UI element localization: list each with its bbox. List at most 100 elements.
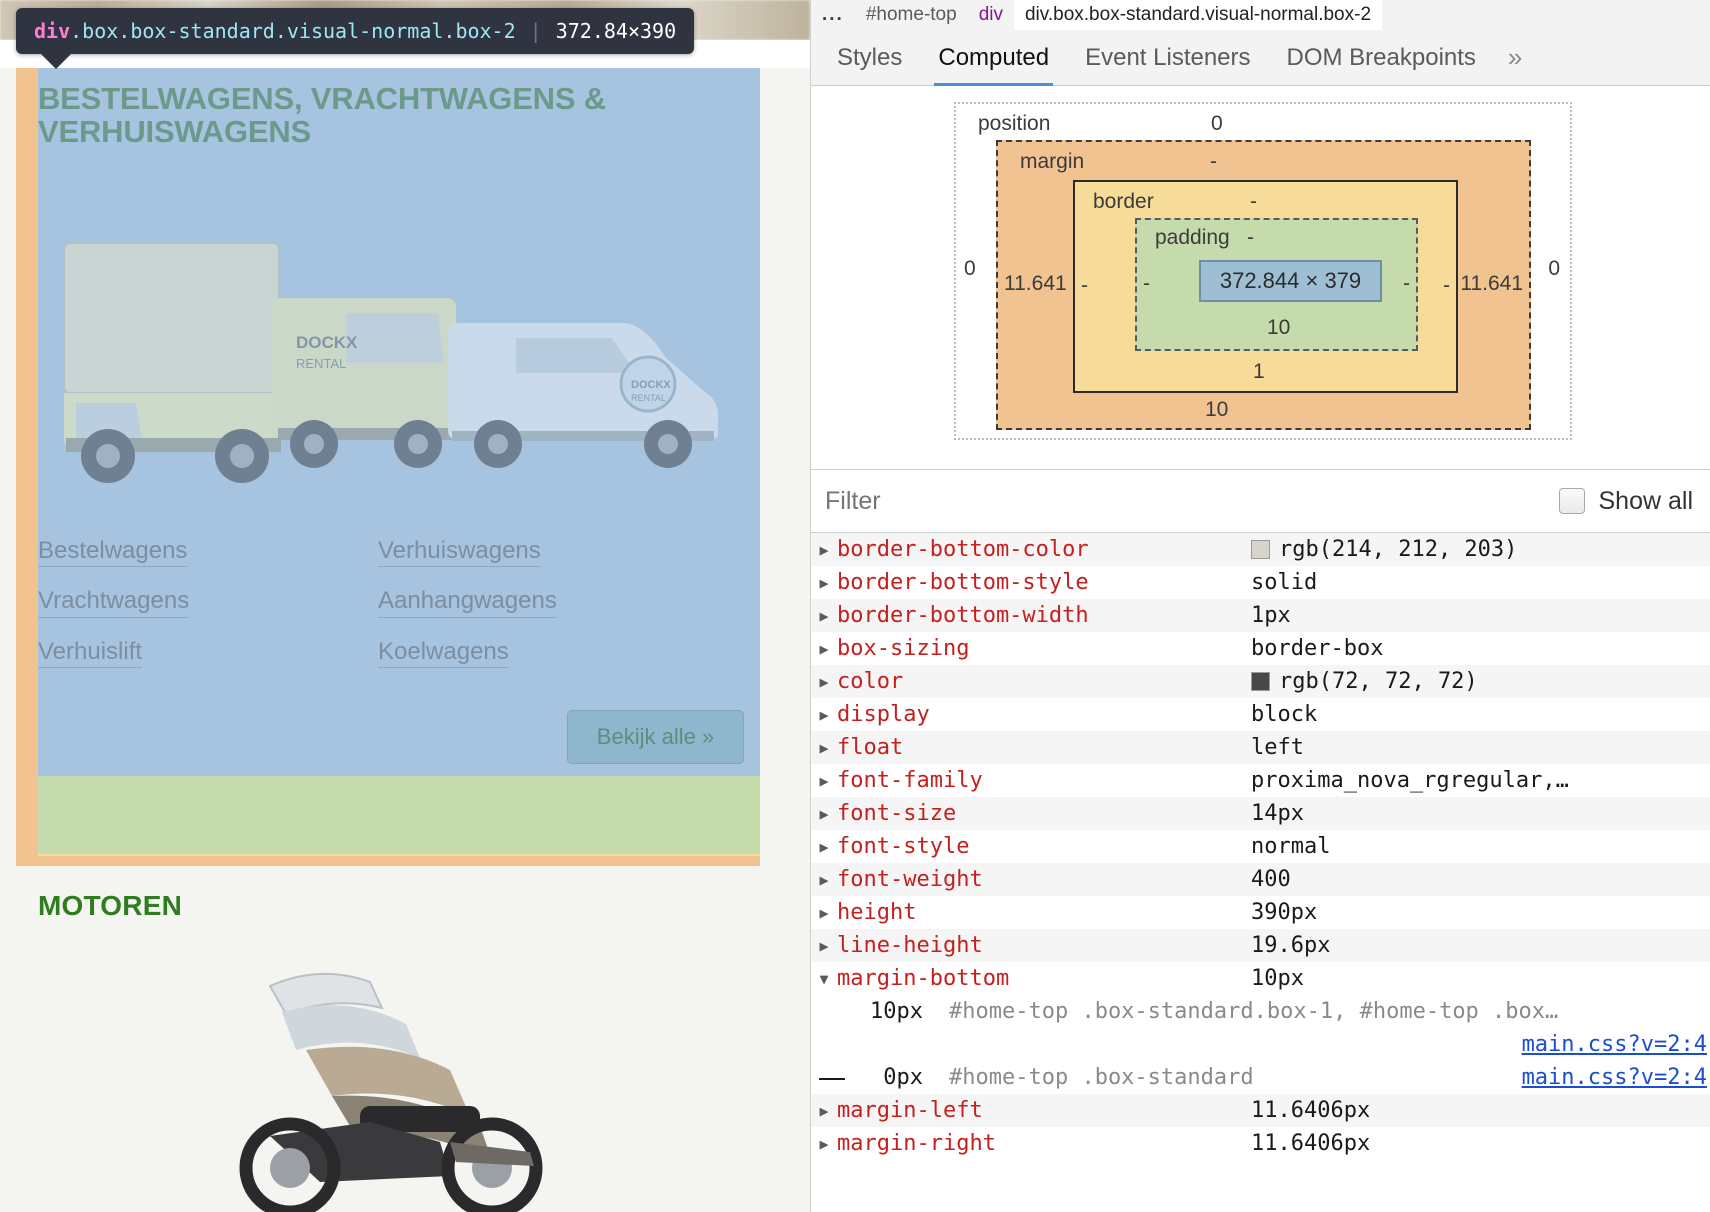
inspected-webpage[interactable]: BESTELWAGENS, VRACHTWAGENS & VERHUISWAGE… — [0, 0, 810, 1212]
color-swatch — [1251, 672, 1270, 691]
table-row[interactable]: ▶ margin-right 11.6406px — [811, 1127, 1710, 1160]
dom-breadcrumb-bar[interactable]: ... #home-top div div.box.box-standard.v… — [811, 0, 1710, 30]
element-highlight-badge: div .box.box-standard.visual-normal.box-2… — [16, 8, 695, 54]
table-row[interactable]: ▶ font-weight 400 — [811, 863, 1710, 896]
tab-computed[interactable]: Computed — [920, 30, 1067, 86]
link-vrachtwagens[interactable]: Vrachtwagens — [38, 588, 190, 618]
bm-position-right[interactable]: 0 — [1548, 257, 1560, 281]
bekijk-alle-button[interactable]: Bekijk alle » — [567, 710, 744, 764]
tab-event-listeners[interactable]: Event Listeners — [1067, 30, 1268, 86]
expand-triangle-icon[interactable]: ▶ — [811, 640, 837, 658]
show-all-toggle[interactable]: Show all — [1558, 487, 1710, 516]
badge-tag-name: div — [34, 19, 71, 43]
badge-classes: .box.box-standard.visual-normal.box-2 — [70, 19, 516, 43]
box-model-padding-layer[interactable]: padding - - - 10 372.844 × 379 — [1135, 218, 1418, 351]
link-verhuiswagens[interactable]: Verhuiswagens — [378, 537, 541, 568]
expand-triangle-icon[interactable]: ▶ — [811, 607, 837, 625]
link-bestelwagens[interactable]: Bestelwagens — [38, 537, 188, 568]
filter-input[interactable] — [811, 485, 1559, 517]
property-value: left — [1251, 735, 1304, 760]
expand-triangle-icon[interactable]: ▶ — [811, 739, 837, 757]
box-model-content-size[interactable]: 372.844 × 379 — [1199, 260, 1382, 302]
property-name: font-family — [837, 768, 983, 793]
computed-properties-list[interactable]: ▶ border-bottom-color rgb(214, 212, 203)… — [811, 533, 1710, 1212]
bm-border-right[interactable]: - — [1443, 274, 1450, 298]
link-aanhangwagens[interactable]: Aanhangwagens — [378, 588, 557, 618]
breadcrumb-selected-element[interactable]: div.box.box-standard.visual-normal.box-2 — [1013, 0, 1383, 30]
table-row[interactable]: ▶ height 390px — [811, 896, 1710, 929]
table-row[interactable]: ▼ margin-bottom 10px — [811, 962, 1710, 995]
highlighted-element-content[interactable]: BESTELWAGENS, VRACHTWAGENS & VERHUISWAGE… — [38, 68, 760, 776]
bm-padding-right[interactable]: - — [1403, 272, 1410, 296]
devtools-tab-bar[interactable]: Styles Computed Event Listeners DOM Brea… — [811, 30, 1710, 86]
table-row[interactable]: ▶ line-height 19.6px — [811, 929, 1710, 962]
link-verhuislift[interactable]: Verhuislift — [38, 638, 143, 669]
expand-triangle-icon[interactable]: ▶ — [811, 673, 837, 691]
matched-rule-value-overridden: 0px — [811, 1065, 923, 1090]
show-all-checkbox[interactable] — [1558, 488, 1585, 514]
expand-triangle-icon[interactable]: ▶ — [811, 805, 837, 823]
bm-margin-top[interactable]: - — [1210, 150, 1217, 174]
table-row[interactable]: ▶ color rgb(72, 72, 72) — [811, 665, 1710, 698]
bm-padding-bottom[interactable]: 10 — [1267, 316, 1290, 340]
box-model-margin-layer[interactable]: margin - 11.641 11.641 10 border - - - 1… — [996, 140, 1531, 430]
expand-triangle-icon[interactable]: ▶ — [811, 904, 837, 922]
box-model-border-layer[interactable]: border - - - 1 padding - - - 10 372.844 … — [1073, 180, 1458, 393]
breadcrumb-div[interactable]: div — [968, 0, 1014, 30]
expand-triangle-icon[interactable]: ▶ — [811, 706, 837, 724]
bm-border-top[interactable]: - — [1250, 190, 1257, 214]
collapse-triangle-icon[interactable]: ▼ — [811, 970, 837, 988]
bm-border-bottom[interactable]: 1 — [1253, 360, 1265, 384]
badge-dimensions: 372.84×390 — [555, 19, 677, 43]
table-row[interactable]: ▶ display block — [811, 698, 1710, 731]
table-row[interactable]: ▶ float left — [811, 731, 1710, 764]
bm-position-top[interactable]: 0 — [1211, 112, 1223, 136]
table-row[interactable]: ▶ font-size 14px — [811, 797, 1710, 830]
table-row[interactable]: ▶ border-bottom-width 1px — [811, 599, 1710, 632]
table-row[interactable]: ▶ border-bottom-color rgb(214, 212, 203) — [811, 533, 1710, 566]
property-value: border-box — [1251, 636, 1384, 661]
bm-position-left[interactable]: 0 — [964, 257, 976, 281]
expand-triangle-icon[interactable]: ▶ — [811, 772, 837, 790]
bm-padding-left[interactable]: - — [1143, 272, 1150, 296]
table-row[interactable]: ▶ font-style normal — [811, 830, 1710, 863]
property-value: 1px — [1251, 603, 1291, 628]
computed-filter-row[interactable]: Show all — [811, 469, 1710, 533]
expand-triangle-icon[interactable]: ▶ — [811, 574, 837, 592]
bm-padding-top[interactable]: - — [1247, 226, 1254, 250]
table-row[interactable]: ▶ border-bottom-style solid — [811, 566, 1710, 599]
matched-rule-source-row[interactable]: main.css?v=2:4 — [811, 1028, 1710, 1061]
expand-triangle-icon[interactable]: ▶ — [811, 871, 837, 889]
property-name: margin-bottom — [837, 966, 1010, 991]
property-name: height — [837, 900, 917, 925]
breadcrumb-home-top[interactable]: #home-top — [855, 0, 968, 30]
tab-dom-breakpoints[interactable]: DOM Breakpoints — [1269, 30, 1494, 86]
bm-position-label: position — [978, 112, 1051, 135]
bm-border-left[interactable]: - — [1081, 274, 1088, 298]
expand-triangle-icon[interactable]: ▶ — [811, 937, 837, 955]
breadcrumb-ellipsis[interactable]: ... — [811, 0, 855, 30]
tab-styles[interactable]: Styles — [819, 30, 920, 86]
tab-overflow-chevron-icon[interactable]: » — [1494, 30, 1536, 86]
table-row[interactable]: ▶ margin-left 11.6406px — [811, 1094, 1710, 1127]
matched-rule-selector: #home-top .box-standard.box-1, #home-top… — [949, 999, 1559, 1024]
matched-rule-row[interactable]: 0px #home-top .box-standard main.css?v=2… — [811, 1061, 1710, 1094]
link-koelwagens[interactable]: Koelwagens — [378, 638, 509, 669]
table-row[interactable]: ▶ font-family proxima_nova_rgregular,… — [811, 764, 1710, 797]
matched-rule-row[interactable]: 10px #home-top .box-standard.box-1, #hom… — [811, 995, 1710, 1028]
stylesheet-link[interactable]: main.css?v=2:4 — [1522, 1032, 1710, 1057]
stylesheet-link[interactable]: main.css?v=2:4 — [1522, 1065, 1710, 1090]
box-model-diagram[interactable]: position 0 0 0 0 margin - 11.641 11.641 … — [811, 87, 1710, 467]
bm-margin-bottom[interactable]: 10 — [1205, 398, 1228, 422]
table-row[interactable]: ▶ box-sizing border-box — [811, 632, 1710, 665]
expand-triangle-icon[interactable]: ▶ — [811, 1102, 837, 1120]
property-name: border-bottom-style — [837, 570, 1089, 595]
expand-triangle-icon[interactable]: ▶ — [811, 541, 837, 559]
bm-margin-right[interactable]: 11.641 — [1460, 272, 1523, 296]
expand-triangle-icon[interactable]: ▶ — [811, 1135, 837, 1153]
property-value: rgb(214, 212, 203) — [1251, 537, 1517, 562]
expand-triangle-icon[interactable]: ▶ — [811, 838, 837, 856]
matched-rule-selector: #home-top .box-standard — [949, 1065, 1254, 1090]
bm-margin-left[interactable]: 11.641 — [1004, 272, 1067, 296]
box-model-position-layer[interactable]: position 0 0 0 0 margin - 11.641 11.641 … — [954, 102, 1572, 440]
